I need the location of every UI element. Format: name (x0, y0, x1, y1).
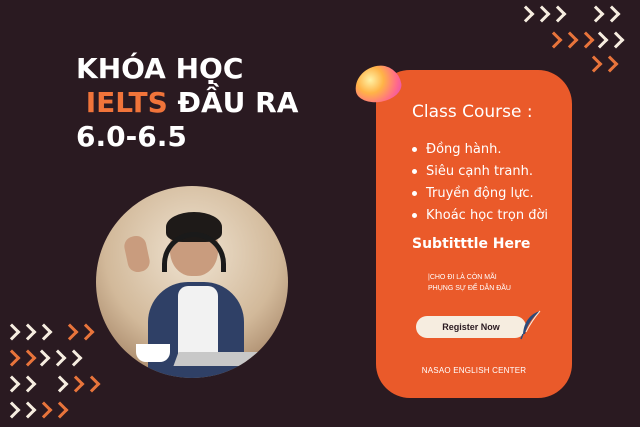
chevron-pattern-icon (545, 31, 595, 49)
student-photo (96, 186, 288, 378)
chevron-pattern-icon (3, 375, 37, 393)
register-now-button[interactable]: Register Now (416, 316, 526, 338)
chevron-pattern-icon (3, 401, 69, 419)
card-subtitle: Subtitttle Here (412, 236, 531, 252)
headline: KHÓA HỌC IELTS ĐẦU RA 6.0-6.5 (76, 52, 298, 154)
headline-line-3: 6.0-6.5 (76, 120, 187, 153)
headline-line-1: KHÓA HỌC (76, 52, 244, 85)
course-feature-list: Đồng hành. Siêu cạnh tranh. Truyền động … (412, 138, 548, 226)
chevron-pattern-icon (591, 31, 625, 49)
headline-accent: IELTS (85, 86, 168, 119)
list-item: Truyền động lực. (412, 182, 548, 204)
bullet-icon (412, 146, 417, 152)
chevron-pattern-icon (33, 349, 83, 367)
headline-line-2-rest: ĐẦU RA (167, 86, 299, 119)
card-note-line-1: |CHO ĐI LÀ CÒN MÃI (428, 274, 497, 281)
chevron-pattern-icon (3, 323, 53, 341)
footer-brand: NASAO ENGLISH CENTER (421, 366, 527, 375)
list-item: Khoác học trọn đời (412, 204, 548, 226)
list-item: Đồng hành. (412, 138, 548, 160)
chevron-pattern-icon (517, 5, 567, 23)
list-item-label: Khoác học trọn đời (426, 207, 549, 223)
chevron-pattern-icon (585, 55, 619, 73)
chevron-pattern-icon (51, 375, 101, 393)
bullet-icon (412, 168, 417, 174)
card-note-line-2: PHỤNG SỰ ĐỂ DẪN ĐẦU (428, 285, 511, 292)
bullet-icon (412, 212, 417, 218)
card-note: |CHO ĐI LÀ CÒN MÃI PHỤNG SỰ ĐỂ DẪN ĐẦU (428, 272, 511, 294)
chevron-pattern-icon (3, 349, 37, 367)
list-item-label: Đồng hành. (426, 141, 502, 157)
chevron-pattern-icon (587, 5, 621, 23)
bullet-icon (412, 190, 417, 196)
card-title: Class Course : (412, 102, 533, 122)
list-item: Siêu cạnh tranh. (412, 160, 548, 182)
list-item-label: Siêu cạnh tranh. (426, 163, 533, 179)
headline-line-2: IELTS ĐẦU RA (76, 86, 299, 120)
list-item-label: Truyền động lực. (426, 185, 534, 201)
course-card: Class Course : Đồng hành. Siêu cạnh tran… (376, 70, 572, 398)
chevron-pattern-icon (61, 323, 95, 341)
feather-quill-icon (520, 310, 541, 340)
